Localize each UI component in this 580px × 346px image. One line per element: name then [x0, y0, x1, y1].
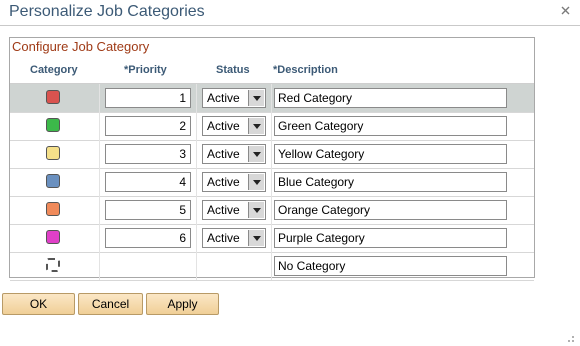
category-row[interactable]: 2 Active Green Category	[10, 112, 534, 141]
column-divider	[271, 224, 272, 252]
category-color-swatch-icon[interactable]	[46, 202, 60, 216]
status-value: Active	[207, 175, 240, 189]
column-divider	[99, 140, 100, 168]
column-divider	[271, 140, 272, 168]
description-input[interactable]: Red Category	[274, 88, 507, 108]
column-divider	[271, 168, 272, 196]
category-row[interactable]: 4 Active Blue Category	[10, 168, 534, 197]
column-divider	[271, 196, 272, 224]
category-color-swatch-icon[interactable]	[46, 146, 60, 160]
column-divider	[196, 168, 197, 196]
dialog-title: Personalize Job Categories	[9, 3, 205, 20]
apply-button[interactable]: Apply	[146, 293, 219, 315]
column-header-priority: *Priority	[124, 64, 167, 76]
status-value: Active	[207, 91, 240, 105]
status-value: Active	[207, 119, 240, 133]
column-divider	[99, 112, 100, 140]
dropdown-arrow-icon[interactable]	[248, 118, 264, 134]
column-divider	[196, 140, 197, 168]
description-input[interactable]: Yellow Category	[274, 144, 507, 164]
column-divider	[99, 224, 100, 252]
priority-input[interactable]: 5	[105, 200, 191, 220]
priority-input[interactable]: 3	[105, 144, 191, 164]
column-divider	[99, 168, 100, 196]
description-input[interactable]: Blue Category	[274, 172, 507, 192]
status-value: Active	[207, 203, 240, 217]
dialog-title-bar: Personalize Job Categories	[0, 0, 580, 26]
description-input[interactable]: No Category	[274, 256, 507, 276]
column-divider	[271, 112, 272, 140]
grid-caption: Configure Job Category	[12, 39, 150, 54]
dropdown-arrow-icon[interactable]	[248, 146, 264, 162]
description-input[interactable]: Orange Category	[274, 200, 507, 220]
column-divider	[196, 252, 197, 280]
category-color-swatch-icon[interactable]	[46, 90, 60, 104]
status-select[interactable]: Active	[202, 144, 266, 164]
description-input[interactable]: Purple Category	[274, 228, 507, 248]
priority-input[interactable]: 6	[105, 228, 191, 248]
column-divider	[196, 112, 197, 140]
ok-button[interactable]: OK	[2, 293, 75, 315]
column-divider	[99, 196, 100, 224]
category-color-swatch-icon[interactable]	[46, 230, 60, 244]
column-header-status: Status	[216, 64, 250, 76]
column-header-category: Category	[30, 64, 78, 76]
status-select[interactable]: Active	[202, 88, 266, 108]
dropdown-arrow-icon[interactable]	[248, 90, 264, 106]
resize-grip-icon[interactable]	[565, 332, 575, 342]
column-divider	[271, 84, 272, 112]
status-select[interactable]: Active	[202, 116, 266, 136]
column-divider	[196, 196, 197, 224]
column-divider	[99, 252, 100, 280]
category-row[interactable]: 1 Active Red Category	[10, 84, 534, 113]
column-divider	[99, 84, 100, 112]
dropdown-arrow-icon[interactable]	[248, 202, 264, 218]
category-row[interactable]: 5 Active Orange Category	[10, 196, 534, 225]
column-header-description: *Description	[273, 64, 338, 76]
category-row[interactable]: 3 Active Yellow Category	[10, 140, 534, 169]
column-divider	[271, 252, 272, 280]
dropdown-arrow-icon[interactable]	[248, 230, 264, 246]
status-select[interactable]: Active	[202, 200, 266, 220]
status-value: Active	[207, 231, 240, 245]
priority-input[interactable]: 1	[105, 88, 191, 108]
priority-input[interactable]: 2	[105, 116, 191, 136]
description-input[interactable]: Green Category	[274, 116, 507, 136]
category-row-none[interactable]: No Category	[10, 252, 534, 281]
status-value: Active	[207, 147, 240, 161]
status-select[interactable]: Active	[202, 172, 266, 192]
category-row[interactable]: 6 Active Purple Category	[10, 224, 534, 253]
column-divider	[196, 84, 197, 112]
no-category-swatch-icon[interactable]	[46, 258, 60, 272]
column-divider	[196, 224, 197, 252]
category-color-swatch-icon[interactable]	[46, 118, 60, 132]
category-color-swatch-icon[interactable]	[46, 174, 60, 188]
dropdown-arrow-icon[interactable]	[248, 174, 264, 190]
priority-input[interactable]: 4	[105, 172, 191, 192]
close-icon[interactable]	[560, 5, 571, 16]
cancel-button[interactable]: Cancel	[78, 293, 143, 315]
grid-header-row: Category *Priority Status *Description	[10, 57, 534, 84]
job-category-grid: Configure Job Category Category *Priorit…	[9, 37, 535, 281]
status-select[interactable]: Active	[202, 228, 266, 248]
